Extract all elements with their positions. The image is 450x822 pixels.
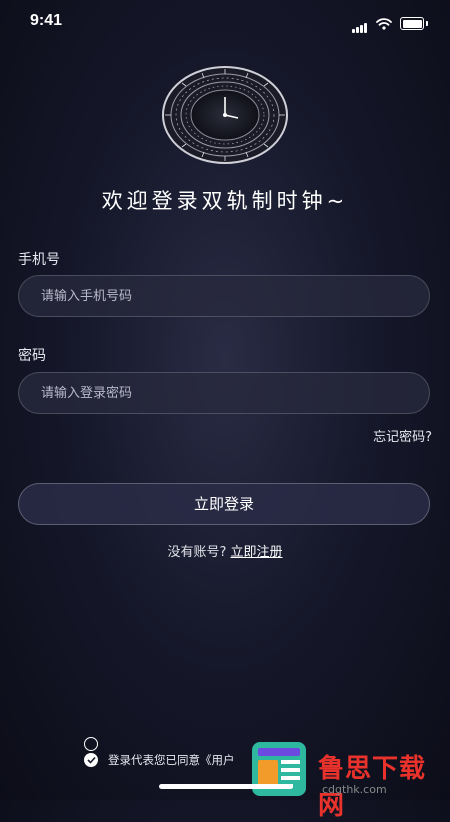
battery-icon [400, 17, 424, 30]
forgot-password-link[interactable]: 忘记密码? [373, 426, 432, 445]
agreement-checkbox[interactable] [84, 753, 98, 767]
phone-label: 手机号 [18, 252, 60, 268]
phone-field-container[interactable] [18, 275, 430, 317]
app-logo-clock-icon [162, 66, 288, 164]
password-input[interactable] [19, 384, 429, 402]
status-icons [352, 14, 428, 33]
status-bar: 9:41 [0, 0, 450, 44]
password-label: 密码 [18, 348, 46, 364]
watermark-url: cdgthk.com [322, 783, 387, 796]
status-time: 9:41 [30, 12, 63, 29]
password-field-container[interactable] [18, 372, 430, 414]
no-account-text: 没有账号? [167, 545, 227, 560]
battery-cap [426, 21, 428, 26]
watermark-logo-icon [252, 742, 306, 796]
login-button[interactable]: 立即登录 [18, 483, 430, 525]
register-row: 没有账号? 立即注册 [0, 541, 450, 560]
cellular-signal-icon [352, 14, 368, 33]
wifi-icon [376, 17, 392, 30]
agreement-row: 登录代表您已同意《用户 [84, 752, 235, 768]
agreement-text: 登录代表您已同意《用户 [108, 753, 235, 767]
radio-circle-icon[interactable] [84, 737, 98, 751]
register-link[interactable]: 立即注册 [231, 545, 283, 560]
checkmark-icon [86, 756, 96, 764]
home-indicator[interactable] [159, 784, 293, 789]
phone-input[interactable] [19, 287, 429, 305]
welcome-headline: 欢迎登录双轨制时钟~ [101, 189, 349, 213]
